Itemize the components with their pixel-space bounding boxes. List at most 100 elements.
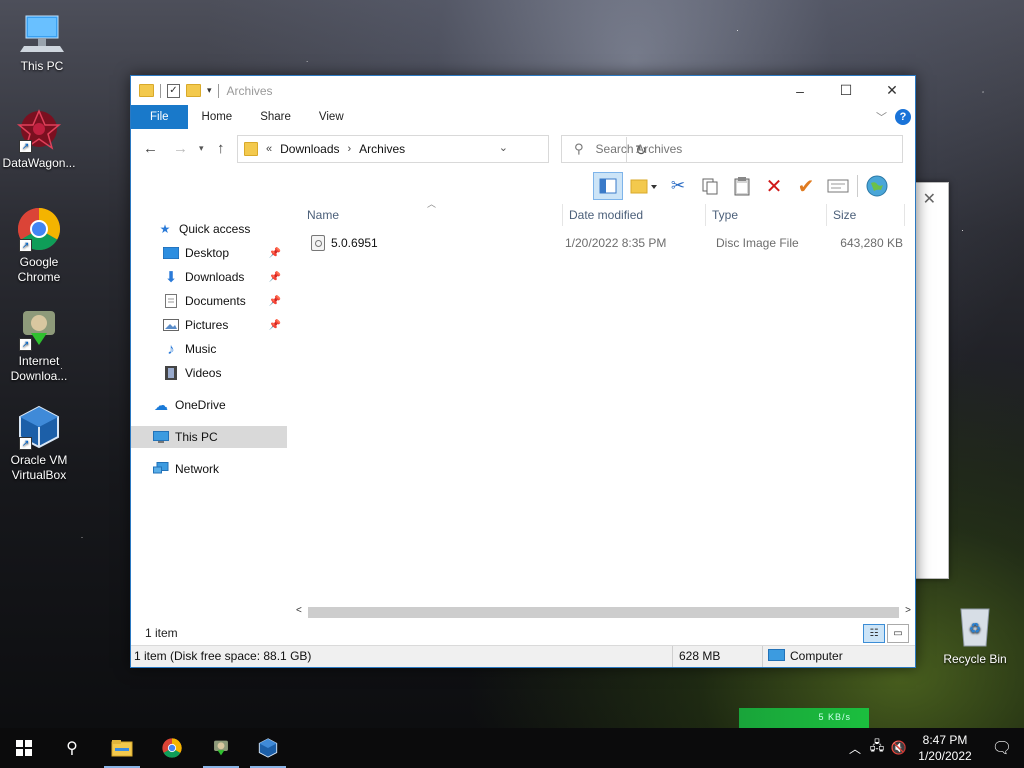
chrome-icon: ↗ [15,206,63,252]
pin-icon[interactable]: 📌 [269,296,281,307]
rename-check-icon[interactable]: ✔ [793,173,819,199]
details-view-icon[interactable]: ☷ [863,624,885,643]
folder-icon [244,142,258,156]
delete-icon[interactable]: ✕ [761,173,787,199]
file-row[interactable]: 5.0.6951 1/20/2022 8:35 PM Disc Image Fi… [301,232,907,254]
minimize-button[interactable]: – [777,76,823,105]
nav-item-this-pc[interactable]: This PC [131,426,287,448]
desktop-icon-chrome[interactable]: ↗ Google Chrome [0,206,81,285]
desktop-icon-datawagon[interactable]: ↗ DataWagon... [0,107,81,171]
separator [160,83,161,98]
properties-card-icon[interactable] [825,173,851,199]
nav-item-onedrive[interactable]: ☁ OneDrive [131,394,287,416]
desktop-icon-label: Recycle Bin [943,652,1007,666]
forward-arrow-icon[interactable]: → [173,140,188,157]
desktop-icon-label: Internet Downloa... [10,354,68,383]
clock[interactable]: 8:47 PM 1/20/2022 [910,732,980,764]
computer-icon [18,10,66,56]
nav-item-label: Downloads [185,270,245,284]
desktop-icon-this-pc[interactable]: This PC [0,10,84,74]
cut-icon[interactable]: ✂ [665,173,691,199]
network-status-icon[interactable]: 🖧 [866,737,888,759]
nav-item-network[interactable]: Network [131,458,287,480]
column-headers: Name Date modified Type Size [301,204,907,226]
documents-icon [163,294,179,308]
separator [672,646,673,667]
search-icon[interactable]: ⚲ [52,728,92,768]
copy-icon[interactable] [697,173,723,199]
volume-muted-icon[interactable]: 🔇 [888,740,910,756]
desktop-folder-icon [163,246,179,260]
recent-locations-chevron-icon[interactable]: ▾ [199,143,204,154]
show-hidden-icons-chevron-icon[interactable]: ︿ [844,740,866,757]
nav-item-quick-access[interactable]: ★ Quick access [131,218,287,240]
desktop-icon-recycle-bin[interactable]: ♻ Recycle Bin [933,603,1017,667]
desktop-icon-internet-download-manager[interactable]: ↗ Internet Downloa... [0,305,81,384]
pin-icon[interactable]: 📌 [269,272,281,283]
nav-item-documents[interactable]: Documents 📌 [131,290,287,312]
videos-icon [163,366,179,380]
nav-item-videos[interactable]: Videos [131,362,287,384]
horizontal-scrollbar[interactable]: < > [294,605,913,619]
file-explorer-window: ✓ ▾ Archives – ☐ ✕ File Home Share View … [130,75,916,668]
up-arrow-icon[interactable]: ↑ [217,140,225,157]
help-icon[interactable]: ? [895,109,911,125]
nav-item-label: Network [175,462,220,476]
breadcrumb-downloads[interactable]: Downloads [280,142,339,156]
tab-share[interactable]: Share [246,105,305,129]
pin-icon[interactable]: 📌 [269,248,281,259]
expand-ribbon-chevron-icon[interactable]: ﹀ [876,109,887,125]
close-icon[interactable]: ✕ [923,189,936,209]
nav-item-label: Videos [185,366,222,380]
tab-home[interactable]: Home [188,105,247,129]
taskbar-chrome-icon[interactable] [152,728,192,768]
file-type: Disc Image File [716,236,799,250]
scrollbar-thumb[interactable] [308,607,899,618]
pin-icon[interactable]: 📌 [269,320,281,331]
search-input[interactable] [593,141,878,157]
new-folder-icon[interactable] [186,84,201,97]
desktop-icon-label: Google Chrome [17,255,61,284]
address-bar[interactable]: « Downloads › Archives ⌄ ↻ [237,135,647,163]
taskbar-file-explorer-icon[interactable] [102,728,142,768]
tab-view[interactable]: View [305,105,358,129]
taskbar-idm-icon[interactable] [201,728,241,768]
tab-file[interactable]: File [131,105,188,129]
customize-toolbar-icon[interactable]: ▾ [207,85,212,96]
column-header-date-modified[interactable]: Date modified [563,204,706,226]
nav-item-pictures[interactable]: Pictures 📌 [131,314,287,336]
column-header-name[interactable]: Name [301,204,563,226]
taskbar-virtualbox-icon[interactable] [248,728,288,768]
scroll-right-arrow-icon[interactable]: > [905,605,911,616]
globe-icon[interactable] [864,173,890,199]
ribbon-tabs: File Home Share View ﹀ ? [131,105,915,129]
address-dropdown-icon[interactable]: ⌄ [499,141,508,154]
large-icons-view-icon[interactable]: ▭ [887,624,909,643]
close-button[interactable]: ✕ [869,76,915,105]
column-header-size[interactable]: Size [827,204,905,226]
desktop-icon-virtualbox[interactable]: ↗ Oracle VM VirtualBox [0,404,81,483]
breadcrumb-separator-icon[interactable]: › [348,143,352,155]
scroll-left-arrow-icon[interactable]: < [296,605,302,616]
search-box[interactable]: ⚲ [561,135,903,163]
virtualbox-icon: ↗ [15,404,63,450]
breadcrumb-archives[interactable]: Archives [359,142,405,156]
file-size: 643,280 KB [840,236,903,250]
breadcrumb-overflow[interactable]: « [266,143,272,155]
column-header-type[interactable]: Type [706,204,827,226]
paste-icon[interactable] [729,173,755,199]
shortcut-arrow-icon: ↗ [19,338,32,351]
nav-item-label: This PC [175,430,218,444]
music-note-icon: ♪ [167,340,175,358]
new-folder-dropdown-icon[interactable] [629,173,659,199]
nav-item-desktop[interactable]: Desktop 📌 [131,242,287,264]
properties-icon[interactable]: ✓ [167,83,180,98]
nav-item-downloads[interactable]: ⬇ Downloads 📌 [131,266,287,288]
notifications-icon[interactable]: 🗨 [980,738,1024,758]
start-button-windows-icon[interactable] [4,728,44,768]
nav-item-music[interactable]: ♪ Music [131,338,287,360]
title-bar: ✓ ▾ Archives – ☐ ✕ [131,76,915,105]
back-arrow-icon[interactable]: ← [143,140,158,157]
maximize-button[interactable]: ☐ [823,76,869,105]
preview-pane-icon[interactable] [593,172,623,200]
